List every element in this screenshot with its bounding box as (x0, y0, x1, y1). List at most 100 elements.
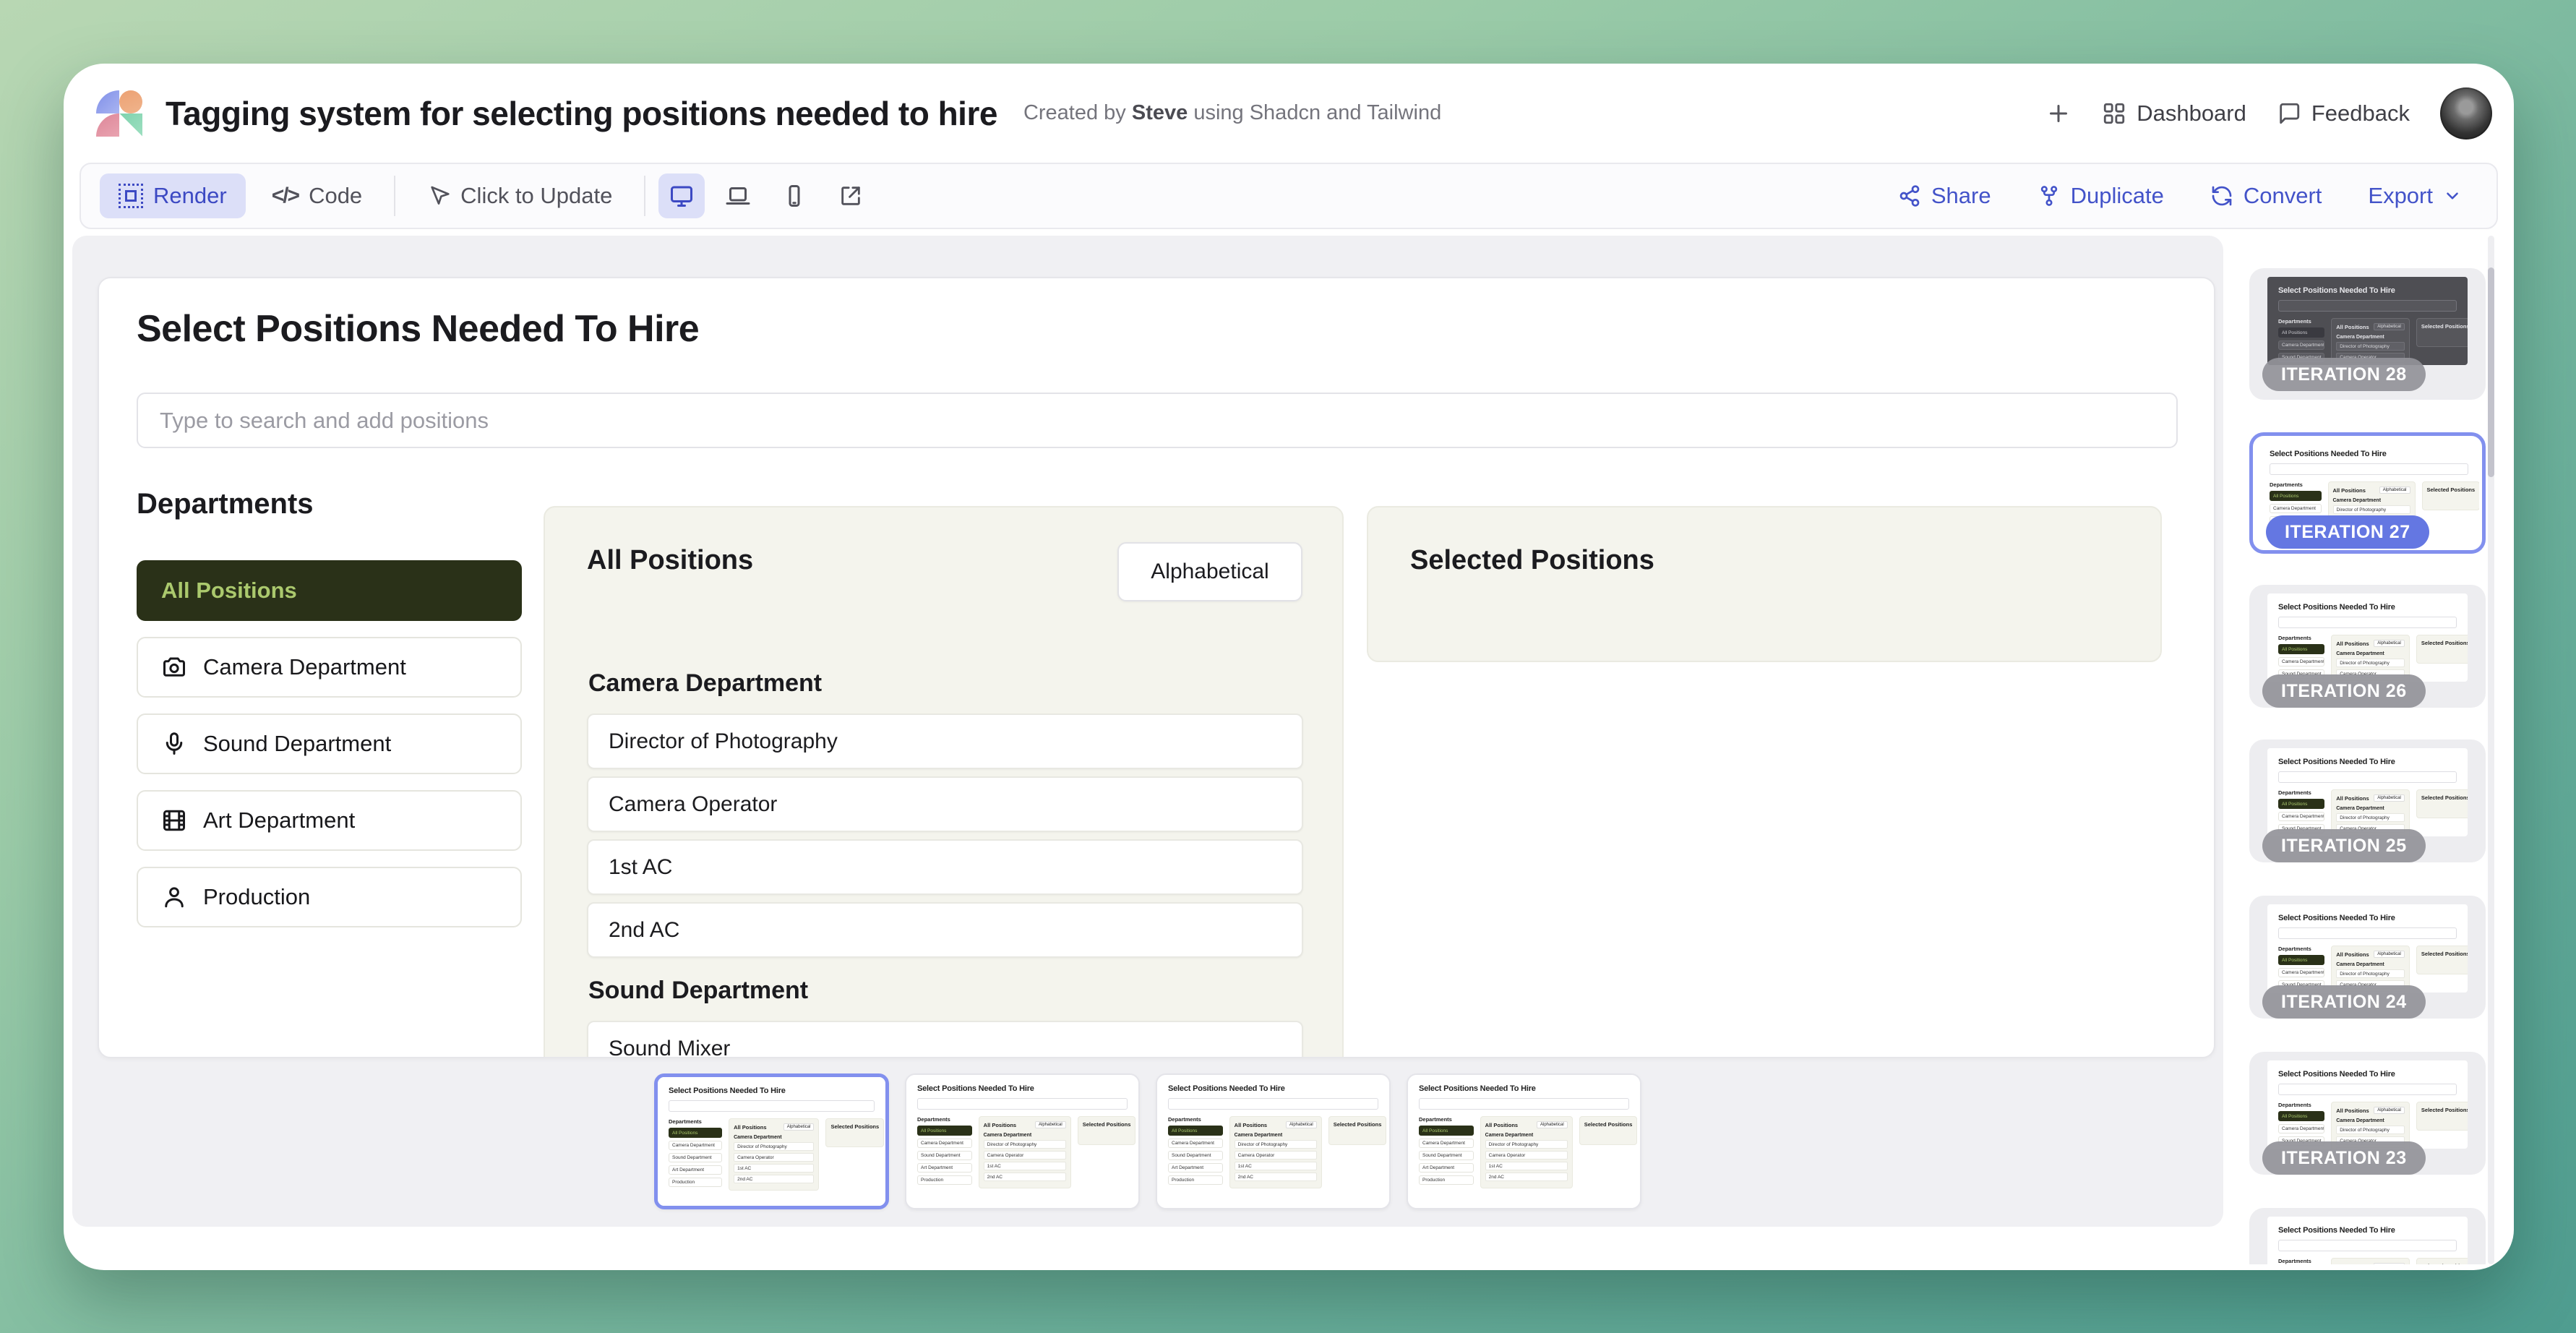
feedback-button[interactable]: Feedback (2277, 100, 2410, 127)
version-thumbnail-4[interactable]: Select Positions Needed To HireDepartmen… (1407, 1073, 1641, 1209)
selected-positions-panel: Selected Positions (1367, 506, 2162, 662)
mini-departments: DepartmentsAll PositionsCamera Departmen… (917, 1116, 972, 1188)
mini-selected-panel: Selected Positions (1328, 1116, 1387, 1145)
mini-search-input (2270, 463, 2468, 475)
department-button-sound-department[interactable]: Sound Department (137, 713, 522, 774)
person-icon (161, 884, 187, 910)
mini-search-input (2278, 927, 2457, 939)
page-title: Tagging system for selecting positions n… (166, 94, 997, 133)
dashboard-label: Dashboard (2137, 100, 2246, 127)
version-thumbnail-1[interactable]: Select Positions Needed To HireDepartmen… (654, 1073, 889, 1209)
position-row[interactable]: 2nd AC (587, 902, 1303, 958)
mini-app-preview: Select Positions Needed To HireDepartmen… (658, 1077, 885, 1206)
grid-icon (2102, 101, 2126, 126)
mini-all-positions-panel: All PositionsAlphabeticalCamera Departme… (1229, 1116, 1322, 1188)
preview-canvas: Select Positions Needed To Hire Departme… (72, 236, 2223, 1227)
mini-search-input (2278, 1084, 2457, 1095)
all-positions-heading: All Positions (587, 545, 753, 576)
mini-all-positions-panel: All PositionsAlphabeticalCamera Departme… (2331, 1258, 2410, 1264)
render-tab[interactable]: Render (100, 173, 246, 218)
share-button[interactable]: Share (1882, 173, 2007, 218)
iteration-card-25[interactable]: Select Positions Needed To HireDepartmen… (2249, 740, 2486, 862)
logo-quadrant (119, 113, 142, 137)
logo-quadrant (96, 113, 119, 137)
convert-button[interactable]: Convert (2194, 173, 2338, 218)
mini-app-title: Select Positions Needed To Hire (669, 1086, 875, 1095)
iteration-card-27[interactable]: Select Positions Needed To HireDepartmen… (2249, 432, 2486, 554)
duplicate-button[interactable]: Duplicate (2022, 173, 2180, 218)
search-positions-input[interactable] (137, 393, 2178, 448)
department-button-art-department[interactable]: Art Department (137, 790, 522, 851)
iteration-thumbnail-image: Select Positions Needed To HireDepartmen… (2267, 748, 2468, 836)
user-avatar[interactable] (2440, 87, 2492, 140)
mini-app-preview: Select Positions Needed To HireDepartmen… (2267, 904, 2468, 993)
department-button-camera-department[interactable]: Camera Department (137, 637, 522, 698)
mini-departments: DepartmentsAll PositionsCamera Departmen… (1419, 1116, 1474, 1188)
duplicate-label: Duplicate (2071, 183, 2164, 209)
mini-search-input (2278, 1240, 2457, 1251)
code-tab[interactable]: </> Code (253, 173, 381, 218)
sidebar-scrollbar-thumb[interactable] (2488, 267, 2494, 477)
created-by-name: Steve (1132, 101, 1188, 124)
position-group-title: Camera Department (588, 669, 1303, 698)
position-row[interactable]: Sound Mixer (587, 1021, 1303, 1058)
mini-selected-panel: Selected Positions (1579, 1116, 1638, 1145)
position-row[interactable]: 1st AC (587, 839, 1303, 895)
iteration-card-partial[interactable]: Select Positions Needed To HireDepartmen… (2249, 1208, 2486, 1264)
laptop-view-button[interactable] (715, 173, 761, 218)
mini-app-title: Select Positions Needed To Hire (2278, 603, 2457, 612)
iteration-card-28[interactable]: Select Positions Needed To HireDepartmen… (2249, 268, 2486, 400)
mini-departments: DepartmentsAll PositionsCamera Departmen… (2278, 1258, 2324, 1264)
mini-selected-panel: Selected Positions (2416, 1258, 2468, 1264)
click-to-update-button[interactable]: Click to Update (408, 173, 631, 218)
mini-selected-panel: Selected Positions (1078, 1116, 1136, 1145)
mobile-view-button[interactable] (771, 173, 817, 218)
logo-quadrant (119, 90, 142, 113)
department-label: Sound Department (203, 731, 391, 757)
open-in-new-window-button[interactable] (828, 173, 874, 218)
app-logo-icon[interactable] (96, 90, 142, 137)
mini-app-title: Select Positions Needed To Hire (2278, 286, 2457, 295)
department-button-production[interactable]: Production (137, 867, 522, 927)
department-label: All Positions (161, 578, 297, 604)
departments-list: All Positions Camera Department Sound Depa… (137, 560, 522, 927)
iteration-card-24[interactable]: Select Positions Needed To HireDepartmen… (2249, 896, 2486, 1019)
position-row[interactable]: Camera Operator (587, 776, 1303, 832)
created-by-prefix: Created by (1023, 101, 1126, 124)
version-thumbnail-3[interactable]: Select Positions Needed To HireDepartmen… (1156, 1073, 1391, 1209)
iteration-badge: ITERATION 24 (2262, 985, 2426, 1019)
alphabetical-sort-button[interactable]: Alphabetical (1117, 542, 1302, 601)
created-by-suffix: using Shadcn and Tailwind (1193, 101, 1441, 124)
department-label: Camera Department (203, 654, 406, 680)
mini-app-title: Select Positions Needed To Hire (917, 1084, 1128, 1093)
mini-search-input (1168, 1098, 1378, 1110)
iteration-card-23[interactable]: Select Positions Needed To HireDepartmen… (2249, 1052, 2486, 1175)
mini-app-preview: Select Positions Needed To HireDepartmen… (2267, 593, 2468, 682)
mini-app-title: Select Positions Needed To Hire (2278, 914, 2457, 922)
mini-app-preview: Select Positions Needed To HireDepartmen… (2267, 748, 2468, 836)
iteration-thumbnail-image: Select Positions Needed To HireDepartmen… (2267, 593, 2468, 682)
export-button[interactable]: Export (2352, 173, 2478, 218)
export-label: Export (2368, 183, 2433, 209)
film-icon (161, 807, 187, 833)
mini-all-positions-panel: All PositionsAlphabeticalCamera Departme… (729, 1118, 819, 1191)
dashboard-button[interactable]: Dashboard (2102, 100, 2246, 127)
mini-app-title: Select Positions Needed To Hire (2270, 450, 2468, 458)
speech-bubble-icon (2277, 101, 2301, 126)
new-project-button[interactable] (2045, 100, 2071, 127)
iteration-badge: ITERATION 23 (2262, 1141, 2426, 1175)
share-label: Share (1931, 183, 1991, 209)
person-icon (161, 884, 187, 910)
monitor-icon (669, 183, 695, 209)
mini-all-positions-panel: All PositionsAlphabeticalCamera Departme… (1480, 1116, 1573, 1188)
iteration-card-26[interactable]: Select Positions Needed To HireDepartmen… (2249, 585, 2486, 708)
version-thumbnail-2[interactable]: Select Positions Needed To Hire Departmen… (905, 1073, 1140, 1209)
position-row[interactable]: Director of Photography (587, 713, 1303, 769)
mini-app-title: Select Positions Needed To Hire (2278, 758, 2457, 766)
iteration-badge: ITERATION 28 (2262, 358, 2426, 391)
version-thumbnail-strip: Select Positions Needed To Hire Departmen… (654, 1073, 1641, 1209)
department-button-all-positions[interactable]: All Positions (137, 560, 522, 621)
desktop-view-button[interactable] (658, 173, 705, 218)
iteration-badge: ITERATION 27 (2266, 515, 2429, 549)
mini-search-input (917, 1098, 1128, 1110)
